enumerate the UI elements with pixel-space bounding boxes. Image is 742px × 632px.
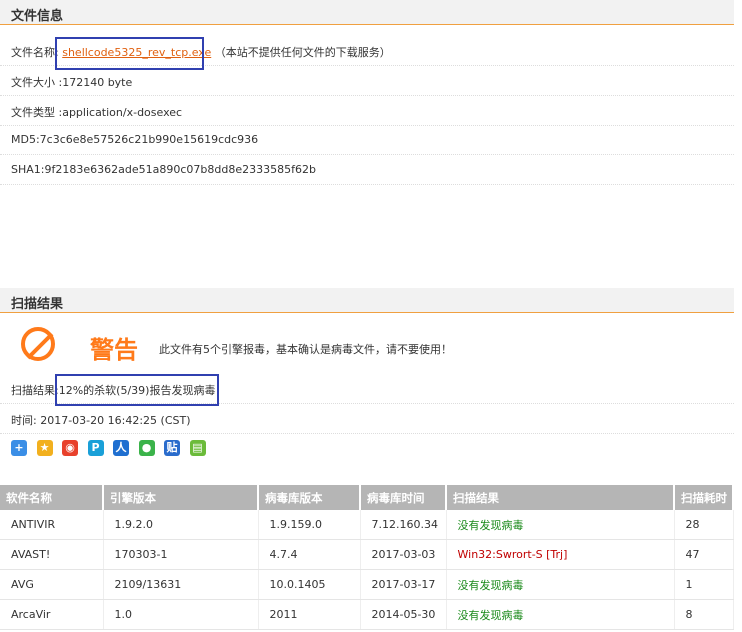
table-row: AVG 2109/13631 10.0.1405 2017-03-17 没有发现病毒 1 — [0, 569, 734, 600]
column-header: 扫描结果 — [446, 485, 675, 510]
scan-result-title: 扫描结果 — [11, 297, 64, 312]
db-version-cell: 1.9.159.0 — [258, 510, 361, 540]
column-header: 软件名称 — [0, 485, 104, 510]
scan-result-cell: Win32:Swrort-S [Trj] — [446, 539, 675, 570]
db-version-cell: 4.7.4 — [258, 539, 361, 570]
plus-share-icon[interactable]: + — [11, 440, 27, 456]
column-header: 引擎版本 — [103, 485, 259, 510]
bookmark-share-icon[interactable]: ▤ — [189, 440, 206, 456]
column-header: 扫描耗时 — [674, 485, 734, 510]
no-entry-warning-icon — [21, 327, 55, 361]
table-row: ANTIVIR 1.9.2.0 1.9.159.0 7.12.160.34 没有发现病毒… — [0, 510, 734, 540]
software-name-cell: ANTIVIR — [0, 510, 104, 540]
scan-duration-cell: 8 — [674, 599, 734, 630]
scan-result-cell: 没有发现病毒 — [446, 569, 675, 600]
warning-title: 警告 — [90, 336, 138, 364]
column-header: 病毒库版本 — [258, 485, 361, 510]
db-version-cell: 10.0.1405 — [258, 569, 361, 600]
warning-text: 此文件有5个引擎报毒，基本确认是病毒文件，请不要使用！ — [159, 343, 452, 356]
db-time-cell: 2017-03-03 — [360, 539, 447, 570]
file-size-row: 文件大小 :172140 byte — [0, 66, 734, 96]
scan-result-header: 扫描结果 — [0, 288, 734, 313]
wechat-share-icon[interactable]: ● — [138, 440, 155, 456]
db-time-cell: 2017-03-17 — [360, 569, 447, 600]
engine-version-cell: 170303-1 — [103, 539, 259, 570]
file-type-text: 文件类型 :application/x-dosexec — [11, 106, 183, 119]
file-name-note: （本站不提供任何文件的下载服务） — [214, 46, 391, 59]
engine-version-cell: 1.0 — [103, 599, 259, 630]
scan-results-table: 软件名称 引擎版本 病毒库版本 病毒库时间 扫描结果 扫描耗时 ANTIVIR 1… — [0, 485, 734, 630]
sha1-row: SHA1:9f2183e6362ade51a890c07b8dd8e233358… — [0, 155, 734, 185]
file-size-text: 文件大小 :172140 byte — [11, 76, 133, 89]
file-type-row: 文件类型 :application/x-dosexec — [0, 96, 734, 126]
md5-row: MD5:7c3c6e8e57526c21b990e15619cdc936 — [0, 125, 734, 155]
weibo-share-icon[interactable]: ◉ — [62, 440, 78, 456]
scan-time-text: 时间: 2017-03-20 16:42:25 (CST) — [11, 414, 191, 427]
sha1-text: SHA1:9f2183e6362ade51a890c07b8dd8e233358… — [11, 163, 316, 176]
star-share-icon[interactable]: ★ — [36, 440, 53, 456]
engine-version-cell: 2109/13631 — [103, 569, 259, 600]
db-time-cell: 2014-05-30 — [360, 599, 447, 630]
software-name-cell: ArcaVir — [0, 599, 104, 630]
file-name-label: 文件名称: — [11, 46, 59, 59]
db-version-cell: 2011 — [258, 599, 361, 630]
table-row: AVAST! 170303-1 4.7.4 2017-03-03 Win32:Swror… — [0, 539, 734, 570]
file-info-title: 文件信息 — [11, 9, 64, 24]
table-row: ArcaVir 1.0 2011 2014-05-30 没有发现病毒 8 — [0, 599, 734, 630]
table-header-row: 软件名称 引擎版本 病毒库版本 病毒库时间 扫描结果 扫描耗时 — [0, 485, 734, 510]
scan-result-cell: 没有发现病毒 — [446, 599, 675, 630]
file-info-header: 文件信息 — [0, 0, 734, 25]
software-name-cell: AVG — [0, 569, 104, 600]
column-header: 病毒库时间 — [360, 485, 447, 510]
md5-text: MD5:7c3c6e8e57526c21b990e15619cdc936 — [11, 133, 259, 146]
engine-version-cell: 1.9.2.0 — [103, 510, 259, 540]
scan-result-highlight-box — [55, 374, 219, 406]
share-icons: + ★ ◉ P 人 ● 贴 ▤ — [11, 440, 212, 458]
scan-time-row: 时间: 2017-03-20 16:42:25 (CST) — [0, 404, 734, 434]
tieba-share-icon[interactable]: 贴 — [164, 440, 180, 456]
scan-duration-cell: 47 — [674, 539, 734, 570]
scan-duration-cell: 1 — [674, 569, 734, 600]
p-share-icon[interactable]: P — [87, 440, 104, 456]
scan-result-cell: 没有发现病毒 — [446, 510, 675, 540]
software-name-cell: AVAST! — [0, 539, 104, 570]
scan-duration-cell: 28 — [674, 510, 734, 540]
db-time-cell: 7.12.160.34 — [360, 510, 447, 540]
renren-share-icon[interactable]: 人 — [113, 440, 129, 456]
